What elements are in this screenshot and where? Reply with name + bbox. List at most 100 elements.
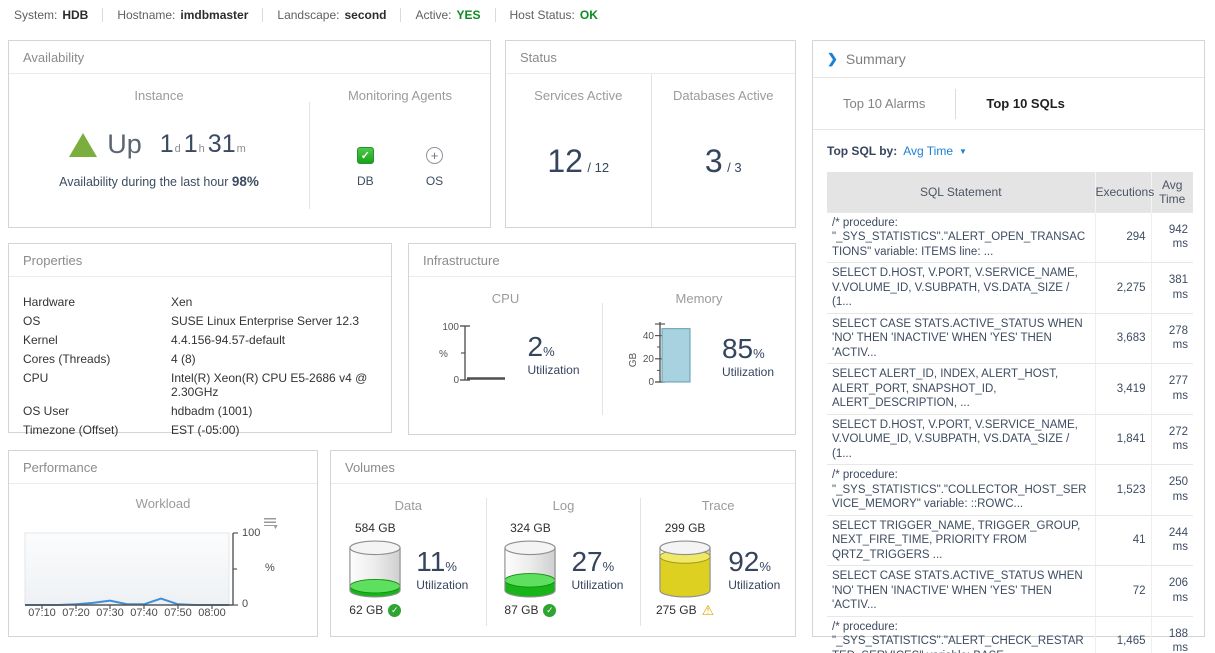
- memory-utilization-block: 85% Utilization: [722, 333, 774, 379]
- volume-used-row: 62 GB ✓ ⚠: [349, 603, 401, 617]
- sql-row[interactable]: /* procedure: "_SYS_STATISTICS"."ALERT_O…: [827, 212, 1193, 263]
- memory-axis-20: 20: [643, 354, 655, 365]
- active-label: Active:: [415, 8, 451, 22]
- active-item: Active: YES: [401, 8, 495, 22]
- uptime-hours: 1: [184, 130, 198, 159]
- cpu-utilization-value: 2: [527, 331, 543, 362]
- sql-row[interactable]: SELECT ALERT_ID, INDEX, ALERT_HOST, ALER…: [827, 364, 1193, 415]
- availability-body: Instance Up 1 d 1 h 31 m Availability du…: [9, 74, 490, 227]
- top-sql-by-label: Top SQL by:: [827, 144, 897, 158]
- volume-utilization-label: Utilization: [571, 578, 623, 592]
- databases-active-section: Databases Active 3 / 3: [651, 74, 796, 227]
- memory-bar-chart: 40 20 0 GB: [624, 316, 704, 396]
- volume-total: 324 GB: [510, 521, 551, 535]
- uptime: 1 d 1 h 31 m: [160, 130, 249, 159]
- warning-icon: ⚠: [702, 603, 715, 617]
- system-info-bar: System: HDB Hostname: imdbmaster Landsca…: [14, 8, 612, 22]
- sql-avgtime-cell: 381 ms: [1151, 263, 1193, 314]
- executions-header[interactable]: Executions: [1095, 172, 1151, 212]
- properties-list: Hardware Xen OS SUSE Linux Enterprise Se…: [9, 277, 391, 437]
- sql-statement-cell: SELECT CASE STATS.ACTIVE_STATUS WHEN 'NO…: [827, 566, 1095, 617]
- performance-panel-title: Performance: [9, 451, 317, 484]
- os-agent-plus-icon[interactable]: +: [426, 147, 443, 164]
- sql-avgtime-cell: 244 ms: [1151, 515, 1193, 566]
- cpu-utilization-block: 2% Utilization: [527, 331, 579, 377]
- top-sql-filter-row: Top SQL by: Avg Time ▼: [813, 130, 1204, 172]
- property-row: OS User hdbadm (1001): [23, 404, 391, 418]
- sql-executions-cell: 41: [1095, 515, 1151, 566]
- volume-inner: 299 GB 275 GB ✓ ⚠: [641, 521, 795, 617]
- volume-utilization-value: 92: [728, 546, 759, 577]
- sql-row[interactable]: /* procedure: "_SYS_STATISTICS"."COLLECT…: [827, 465, 1193, 516]
- services-active-total: / 12: [587, 160, 609, 175]
- volumes-panel: Volumes Data 584 GB: [330, 450, 796, 637]
- sql-row[interactable]: /* procedure: "_SYS_STATISTICS"."ALERT_C…: [827, 616, 1193, 653]
- landscape-label: Landscape:: [277, 8, 339, 22]
- services-active-header: Services Active: [506, 88, 651, 103]
- volume-inner: 584 GB 62 GB ✓ ⚠: [331, 521, 486, 617]
- property-label: Kernel: [23, 333, 171, 347]
- sql-executions-cell: 3,683: [1095, 313, 1151, 364]
- sql-executions-cell: 1,465: [1095, 616, 1151, 653]
- sql-row[interactable]: SELECT D.HOST, V.PORT, V.SERVICE_NAME, V…: [827, 263, 1193, 314]
- hostname-label: Hostname:: [117, 8, 175, 22]
- sql-statement-cell: /* procedure: "_SYS_STATISTICS"."ALERT_C…: [827, 616, 1095, 653]
- sql-executions-cell: 2,275: [1095, 263, 1151, 314]
- tab-top-10-alarms[interactable]: Top 10 Alarms: [813, 96, 955, 111]
- availability-caption: Availability during the last hour 98%: [9, 174, 309, 189]
- property-row: Cores (Threads) 4 (8): [23, 352, 391, 366]
- cpu-gauge-row: 100 0 % 2% Utilization: [409, 316, 602, 392]
- host-dashboard: System: HDB Hostname: imdbmaster Landsca…: [0, 0, 1215, 653]
- volume-total: 299 GB: [665, 521, 706, 535]
- volume-card-data: Data 584 GB 62 GB ✓: [331, 484, 486, 636]
- db-agent-label: DB: [357, 174, 374, 188]
- performance-panel: Performance Workload ▼ 100 0 % 07:10 07:…: [8, 450, 318, 637]
- os-agent: + OS: [426, 147, 443, 188]
- tab-top-10-sqls[interactable]: Top 10 SQLs: [956, 96, 1095, 111]
- sql-avgtime-cell: 272 ms: [1151, 414, 1193, 465]
- top-sql-by-value[interactable]: Avg Time: [903, 144, 953, 158]
- volume-used: 62 GB: [349, 603, 383, 617]
- status-body: Services Active 12 / 12 Databases Active…: [506, 74, 795, 227]
- uptime-days: 1: [160, 130, 174, 159]
- property-value: EST (-05:00): [171, 423, 391, 437]
- cpu-header: CPU: [409, 291, 602, 306]
- host-status-item: Host Status: OK: [496, 8, 612, 22]
- cpu-axis-100: 100: [443, 322, 460, 333]
- sql-executions-cell: 3,419: [1095, 364, 1151, 415]
- volume-used-row: 275 GB ✓ ⚠: [656, 603, 714, 617]
- uptime-minutes-unit: m: [237, 143, 246, 155]
- memory-utilization-unit: %: [753, 346, 765, 361]
- volume-utilization-unit: %: [759, 559, 771, 574]
- sql-avgtime-cell: 250 ms: [1151, 465, 1193, 516]
- up-triangle-icon: [69, 133, 97, 157]
- sql-statement-cell: SELECT TRIGGER_NAME, TRIGGER_GROUP, NEXT…: [827, 515, 1095, 566]
- avg-time-header[interactable]: Avg Time: [1151, 172, 1193, 212]
- sql-statement-header[interactable]: SQL Statement: [827, 172, 1095, 212]
- services-active-section: Services Active 12 / 12: [506, 74, 651, 227]
- uptime-minutes: 31: [208, 130, 236, 159]
- sql-executions-cell: 294: [1095, 212, 1151, 263]
- properties-panel-title: Properties: [9, 244, 391, 277]
- infrastructure-body: CPU 100 0 % 2% Utilization: [409, 277, 795, 433]
- dropdown-caret-icon[interactable]: ▼: [959, 147, 967, 156]
- uptime-hours-unit: h: [199, 143, 205, 155]
- databases-active-count: 3: [705, 143, 723, 179]
- property-row: Hardware Xen: [23, 295, 391, 309]
- sql-row[interactable]: SELECT TRIGGER_NAME, TRIGGER_GROUP, NEXT…: [827, 515, 1193, 566]
- properties-panel: Properties Hardware Xen OS SUSE Linux En…: [8, 243, 392, 433]
- workload-chart: ▼ 100 0 % 07:10 07:20 07:30 07:40 07:50 …: [17, 515, 317, 635]
- property-row: Kernel 4.4.156-94.57-default: [23, 333, 391, 347]
- property-value: Intel(R) Xeon(R) CPU E5-2686 v4 @ 2.30GH…: [171, 371, 391, 399]
- workload-y-unit: %: [265, 562, 275, 574]
- top-sql-table: SQL Statement Executions Avg Time /* pro…: [827, 172, 1193, 653]
- volume-utilization-block: 92% Utilization: [728, 546, 780, 592]
- volume-utilization-value: 11: [416, 546, 445, 577]
- sql-statement-cell: SELECT D.HOST, V.PORT, V.SERVICE_NAME, V…: [827, 263, 1095, 314]
- property-label: OS: [23, 314, 171, 328]
- collapse-chevron-icon[interactable]: ❯: [827, 51, 838, 67]
- sql-row[interactable]: SELECT D.HOST, V.PORT, V.SERVICE_NAME, V…: [827, 414, 1193, 465]
- sql-row[interactable]: SELECT CASE STATS.ACTIVE_STATUS WHEN 'NO…: [827, 566, 1193, 617]
- cpu-mini-chart: 100 0 %: [431, 316, 509, 392]
- sql-row[interactable]: SELECT CASE STATS.ACTIVE_STATUS WHEN 'NO…: [827, 313, 1193, 364]
